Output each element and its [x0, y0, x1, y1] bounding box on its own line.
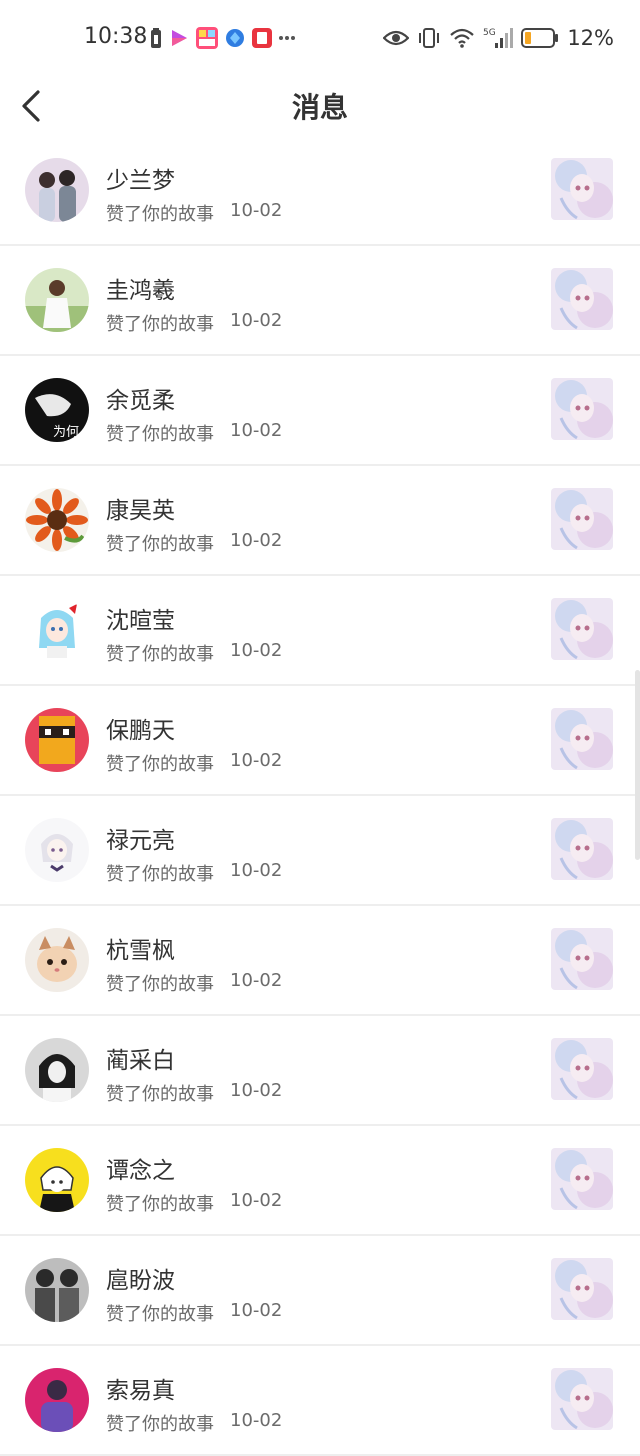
message-item[interactable]: 谭念之 赞了你的故事 10-02: [0, 1126, 640, 1236]
avatar[interactable]: [25, 488, 89, 552]
sender-name[interactable]: 扈盼波: [106, 1261, 175, 1295]
story-thumbnail[interactable]: [551, 1368, 613, 1430]
wifi-icon: [450, 28, 475, 48]
message-item[interactable]: 保鹏天 赞了你的故事 10-02: [0, 686, 640, 796]
sender-name[interactable]: 保鹏天: [106, 711, 175, 745]
network-type-label: 5G: [483, 28, 496, 38]
avatar[interactable]: [25, 1038, 89, 1102]
vibrate-icon: [419, 28, 440, 48]
story-thumbnail[interactable]: [551, 488, 613, 550]
message-action: 赞了你的故事: [106, 534, 214, 555]
message-action: 赞了你的故事: [106, 1084, 214, 1105]
story-thumbnail[interactable]: [551, 378, 613, 440]
message-date: 10-02: [230, 640, 283, 661]
message-date: 10-02: [230, 1080, 283, 1101]
story-thumbnail[interactable]: [551, 158, 613, 220]
message-item[interactable]: 康昊英 赞了你的故事 10-02: [0, 466, 640, 576]
sender-name[interactable]: 沈暄莹: [106, 601, 175, 635]
avatar-caption: 为何: [53, 424, 79, 440]
message-item[interactable]: 杭雪枫 赞了你的故事 10-02: [0, 906, 640, 1016]
message-date: 10-02: [230, 200, 283, 221]
story-thumbnail[interactable]: [551, 1038, 613, 1100]
story-thumbnail[interactable]: [551, 708, 613, 770]
message-action: 赞了你的故事: [106, 204, 214, 225]
story-thumbnail[interactable]: [551, 818, 613, 880]
avatar[interactable]: 为何: [25, 378, 89, 442]
avatar[interactable]: [25, 928, 89, 992]
message-item[interactable]: 沈暄莹 赞了你的故事 10-02: [0, 576, 640, 686]
message-action: 赞了你的故事: [106, 314, 214, 335]
sender-name[interactable]: 杭雪枫: [106, 931, 175, 965]
sender-name[interactable]: 康昊英: [106, 491, 175, 525]
battery-icon: [521, 28, 559, 48]
message-item[interactable]: 蔺采白 赞了你的故事 10-02: [0, 1016, 640, 1126]
message-action: 赞了你的故事: [106, 1304, 214, 1325]
avatar[interactable]: [25, 708, 89, 772]
status-bar: 10:38 5G 12%: [0, 0, 640, 78]
story-thumbnail[interactable]: [551, 598, 613, 660]
message-item[interactable]: 扈盼波 赞了你的故事 10-02: [0, 1236, 640, 1346]
eye-protection-icon: [383, 30, 410, 46]
message-date: 10-02: [230, 310, 283, 331]
avatar[interactable]: [25, 1148, 89, 1212]
page-title: 消息: [291, 91, 348, 124]
message-action: 赞了你的故事: [106, 974, 214, 995]
cellular-signal-icon: 5G: [483, 28, 514, 48]
avatar[interactable]: [25, 598, 89, 662]
notification-icons: [150, 27, 295, 49]
sender-name[interactable]: 余觅柔: [106, 381, 175, 415]
message-item[interactable]: 圭鸿羲 赞了你的故事 10-02: [0, 246, 640, 356]
status-time: 10:38: [84, 24, 148, 49]
message-action: 赞了你的故事: [106, 864, 214, 885]
message-action: 赞了你的故事: [106, 644, 214, 665]
message-date: 10-02: [230, 530, 283, 551]
scrollbar[interactable]: [635, 670, 640, 860]
story-thumbnail[interactable]: [551, 268, 613, 330]
message-item[interactable]: 少兰梦 赞了你的故事 10-02: [0, 136, 640, 246]
message-date: 10-02: [230, 420, 283, 441]
message-action: 赞了你的故事: [106, 754, 214, 775]
message-date: 10-02: [230, 860, 283, 881]
avatar[interactable]: [25, 158, 89, 222]
avatar[interactable]: [25, 1368, 89, 1432]
message-list: 少兰梦 赞了你的故事 10-02 圭鸿羲 赞了你的故事 10-02 为何 余觅柔…: [0, 136, 640, 1456]
avatar[interactable]: [25, 268, 89, 332]
story-thumbnail[interactable]: [551, 928, 613, 990]
photo-app-icon: [196, 27, 218, 49]
message-action: 赞了你的故事: [106, 1194, 214, 1215]
battery-percentage: 12%: [567, 26, 614, 50]
avatar[interactable]: [25, 818, 89, 882]
avatar[interactable]: [25, 1258, 89, 1322]
message-action: 赞了你的故事: [106, 1414, 214, 1435]
sender-name[interactable]: 圭鸿羲: [106, 271, 175, 305]
reader-app-icon: [252, 28, 272, 48]
sender-name[interactable]: 谭念之: [106, 1151, 175, 1185]
message-date: 10-02: [230, 1410, 283, 1431]
message-item[interactable]: 禄元亮 赞了你的故事 10-02: [0, 796, 640, 906]
message-item[interactable]: 为何 余觅柔 赞了你的故事 10-02: [0, 356, 640, 466]
video-app-icon: [172, 30, 187, 46]
sender-name[interactable]: 蔺采白: [106, 1041, 175, 1075]
browser-app-icon: [226, 29, 244, 47]
message-item[interactable]: 索易真 赞了你的故事 10-02: [0, 1346, 640, 1456]
story-thumbnail[interactable]: [551, 1148, 613, 1210]
more-notifications-icon: [279, 36, 295, 40]
message-date: 10-02: [230, 750, 283, 771]
system-status: 5G 12%: [383, 26, 614, 50]
sender-name[interactable]: 禄元亮: [106, 821, 175, 855]
story-thumbnail[interactable]: [551, 1258, 613, 1320]
sender-name[interactable]: 索易真: [106, 1371, 175, 1405]
sender-name[interactable]: 少兰梦: [106, 161, 175, 195]
message-action: 赞了你的故事: [106, 424, 214, 445]
message-date: 10-02: [230, 1190, 283, 1211]
battery-saver-icon: [151, 28, 161, 48]
message-date: 10-02: [230, 970, 283, 991]
message-date: 10-02: [230, 1300, 283, 1321]
